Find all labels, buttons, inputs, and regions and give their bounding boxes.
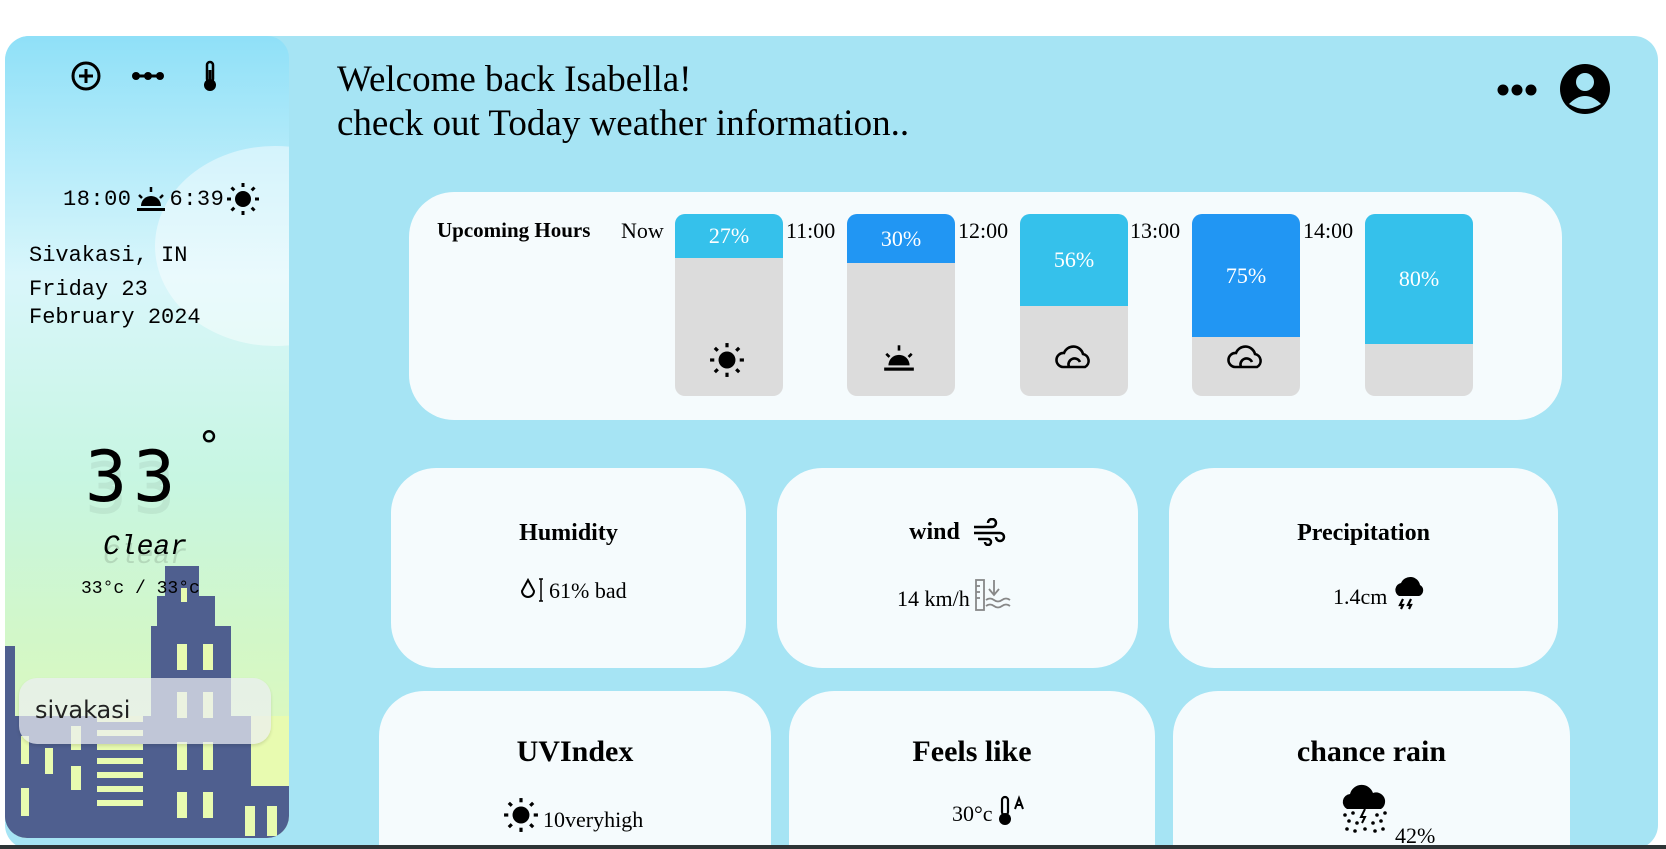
chance-rain-value-row: 42%	[1337, 783, 1435, 849]
hour-bar[interactable]: 75%	[1192, 214, 1300, 396]
sidebar: 18:00 6:39 Sivakasi, IN Friday 23 Februa…	[5, 36, 289, 838]
sun-icon	[227, 183, 260, 215]
more-options-icon[interactable]	[1496, 80, 1538, 100]
location-block: Sivakasi, IN Friday 23 February 2024	[29, 242, 279, 332]
current-temperature: 33	[85, 436, 182, 518]
weather-condition: Clear	[103, 532, 188, 563]
thermometer-icon	[204, 60, 216, 91]
water-level-icon	[974, 579, 1011, 611]
date-line-1: Friday 23	[29, 277, 148, 302]
dots-link-icon	[132, 72, 164, 80]
chance-rain-title: chance rain	[1296, 735, 1447, 768]
temperature-unit-button[interactable]	[191, 60, 229, 92]
sun-icon	[709, 342, 749, 378]
hour-percent-fill: 27%	[675, 214, 783, 258]
hour-percent-fill: 30%	[847, 214, 955, 263]
hour-percent-fill: 75%	[1192, 214, 1300, 337]
sunset-icon	[881, 342, 921, 378]
welcome-line-2: check out Today weather information..	[337, 103, 910, 144]
date-line-2: February 2024	[29, 305, 201, 330]
feels-like-title: Feels like	[912, 735, 1032, 768]
sidebar-toolbar	[67, 60, 229, 92]
upcoming-hours-card: Upcoming Hours Now 27% 11:00 30% 12:00 56% 13:…	[409, 192, 1562, 420]
hour-percent-fill: 56%	[1020, 214, 1128, 306]
upcoming-hours-title: Upcoming Hours	[437, 218, 591, 242]
hour-bar[interactable]: 56%	[1020, 214, 1128, 396]
humidity-card: Humidity 61% bad	[391, 468, 746, 668]
hour-label: 13:00	[1130, 218, 1181, 243]
temperature-range: 33°c / 33°c	[81, 579, 200, 599]
sunrise-time: 6:39	[169, 186, 225, 212]
thermometer-auto-icon	[998, 795, 1024, 825]
uv-value-row: 10veryhigh	[503, 797, 643, 833]
city-search-box[interactable]	[19, 678, 271, 744]
wind-value-row: 14 km/h	[897, 578, 1012, 612]
feels-like-value-row: 30°c	[952, 795, 1027, 827]
wind-value: 14 km/h	[897, 586, 970, 611]
rain-storm-icon	[1342, 784, 1387, 833]
hour-bar[interactable]: 27%	[675, 214, 783, 396]
hour-percent-fill: 80%	[1365, 214, 1473, 344]
precipitation-card: Precipitation 1.4cm	[1169, 468, 1558, 668]
sunset-time: 18:00	[63, 186, 132, 212]
plus-circle-icon	[71, 61, 101, 91]
storm-cloud-icon	[1395, 576, 1424, 610]
cloud-icon	[1054, 342, 1094, 378]
uv-index-title: UVIndex	[516, 735, 634, 768]
app-container: 18:00 6:39 Sivakasi, IN Friday 23 Februa…	[5, 36, 1658, 849]
uv-value: 10veryhigh	[543, 807, 644, 832]
city-search-input[interactable]	[35, 692, 255, 728]
feels-like-value: 30°c	[952, 801, 993, 826]
wind-card: wind 14 km/h	[777, 468, 1138, 668]
chance-rain-card: chance rain 42%	[1173, 691, 1570, 849]
sun-times: 18:00 6:39	[63, 182, 260, 216]
welcome-line-1: Welcome back Isabella!	[337, 59, 692, 100]
sun-icon	[504, 798, 538, 832]
precipitation-value: 1.4cm	[1333, 584, 1388, 609]
add-location-button[interactable]	[67, 60, 105, 92]
precipitation-value-row: 1.4cm	[1333, 574, 1427, 610]
humidity-value: 61% bad	[549, 578, 627, 603]
sunset-icon	[136, 187, 165, 211]
degree-mark: °	[199, 424, 219, 470]
hour-bar[interactable]: 30%	[847, 214, 955, 396]
bottom-divider	[0, 845, 1666, 849]
humidity-title: Humidity	[519, 520, 618, 546]
hour-label: 11:00	[786, 218, 836, 243]
wind-icon	[973, 518, 1006, 546]
cloud-icon	[1226, 342, 1266, 378]
humidity-drop-icon	[520, 577, 543, 602]
uv-index-card: UVIndex 10veryhigh	[379, 691, 771, 849]
wind-title-row: wind	[777, 518, 1138, 546]
welcome-message: Welcome back Isabella! check out Today w…	[337, 58, 909, 146]
hour-label: Now	[621, 218, 664, 243]
hour-label: 12:00	[958, 218, 1009, 243]
hour-label: 14:00	[1303, 218, 1354, 243]
location-name: Sivakasi, IN	[29, 243, 188, 268]
wind-title: wind	[909, 518, 960, 545]
user-avatar-icon[interactable]	[1558, 62, 1612, 116]
precipitation-title: Precipitation	[1297, 520, 1430, 546]
hour-bar[interactable]: 80%	[1365, 214, 1473, 396]
humidity-value-row: 61% bad	[519, 576, 627, 604]
feels-like-card: Feels like 30°c	[789, 691, 1155, 849]
connections-button[interactable]	[129, 60, 167, 92]
